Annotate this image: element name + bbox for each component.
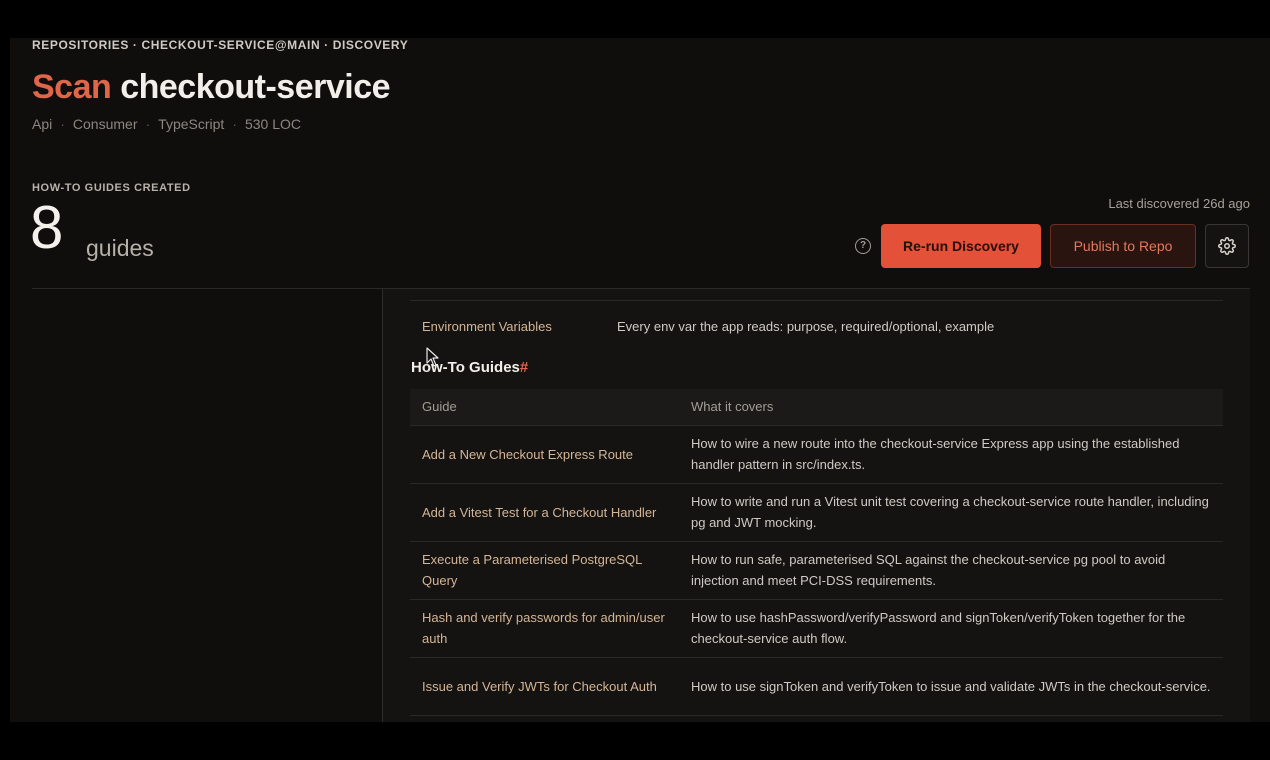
page-title: Scan checkout-service — [32, 68, 391, 107]
meta-type: Api — [32, 116, 53, 132]
table-row: Add a Vitest Test for a Checkout Handler… — [410, 482, 1223, 541]
table-row: Hash and verify passwords for admin/user… — [410, 598, 1223, 657]
last-discovered-text: Last discovered 26d ago — [1108, 196, 1250, 211]
guide-description: How to use hashPassword/verifyPassword a… — [679, 598, 1223, 657]
page-title-action: Scan — [32, 68, 112, 106]
breadcrumb: REPOSITORIES · CHECKOUT-SERVICE@MAIN · D… — [32, 38, 409, 52]
table-row: Issue and Verify JWTs for Checkout Auth … — [410, 656, 1223, 716]
guides-stat-label: HOW-TO GUIDES CREATED — [32, 182, 191, 194]
guide-description: How to wire a new route into the checkou… — [679, 424, 1223, 483]
env-vars-desc: Every env var the app reads: purpose, re… — [617, 319, 995, 334]
doc-preview-pane[interactable]: Environment Variables Every env var the … — [382, 289, 1250, 722]
env-vars-row: Environment Variables Every env var the … — [410, 300, 1223, 340]
guide-link[interactable]: Execute a Parameterised PostgreSQL Query — [410, 540, 679, 599]
app-viewport: REPOSITORIES · CHECKOUT-SERVICE@MAIN · D… — [10, 38, 1270, 722]
guide-description: How to use signToken and verifyToken to … — [679, 656, 1223, 716]
meta-role: Consumer — [72, 116, 138, 132]
rerun-discovery-button[interactable]: Re-run Discovery — [881, 224, 1041, 268]
guide-link[interactable]: Add a New Checkout Express Route — [410, 424, 679, 483]
settings-button[interactable] — [1205, 224, 1249, 268]
table-header-row: Guide What it covers — [410, 389, 1223, 425]
guide-link[interactable]: Hash and verify passwords for admin/user… — [410, 598, 679, 657]
heading-anchor-link[interactable]: # — [520, 359, 528, 376]
page-title-repo: checkout-service — [120, 68, 391, 106]
column-header-covers: What it covers — [679, 389, 1223, 425]
table-row: Add a New Checkout Express Route How to … — [410, 424, 1223, 483]
guides-stat-count: 8 — [30, 194, 64, 261]
howto-guides-table: Guide What it covers Add a New Checkout … — [410, 389, 1223, 716]
meta-loc: 530 LOC — [244, 116, 302, 132]
guides-stat-unit: guides — [86, 235, 154, 261]
mouse-cursor-icon — [426, 347, 439, 367]
meta-language: TypeScript — [158, 116, 225, 132]
guide-description: How to write and run a Vitest unit test … — [679, 482, 1223, 541]
publish-to-repo-button[interactable]: Publish to Repo — [1050, 224, 1196, 268]
help-circle-icon[interactable]: ? — [855, 238, 871, 254]
gear-icon — [1218, 237, 1236, 255]
table-row: Execute a Parameterised PostgreSQL Query… — [410, 540, 1223, 599]
file-tree-pane — [32, 289, 382, 722]
repo-meta: Api · Consumer · TypeScript · 530 LOC — [32, 116, 302, 132]
guide-link[interactable]: Issue and Verify JWTs for Checkout Auth — [410, 656, 679, 716]
guide-description: How to run safe, parameterised SQL again… — [679, 540, 1223, 599]
guide-link[interactable]: Add a Vitest Test for a Checkout Handler — [410, 482, 679, 541]
column-header-guide: Guide — [410, 389, 679, 425]
env-vars-name[interactable]: Environment Variables — [422, 319, 552, 334]
